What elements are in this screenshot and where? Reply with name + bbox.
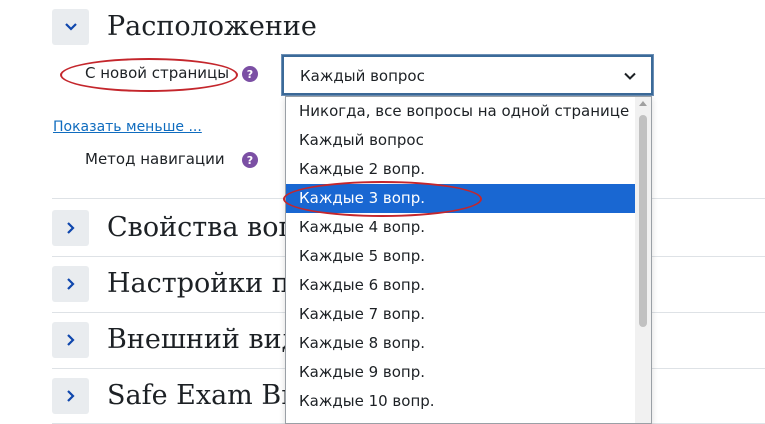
dropdown-option[interactable]: Каждые 2 вопр. [286,155,636,184]
dropdown-option[interactable]: Каждые 10 вопр. [286,387,636,416]
collapse-layout-toggle[interactable] [52,9,89,45]
new-page-dropdown-list[interactable]: Никогда, все вопросы на одной странице К… [285,96,652,424]
scroll-thumb[interactable] [639,115,647,327]
chevron-right-icon [66,334,75,346]
new-page-select[interactable]: Каждый вопрос [282,55,653,95]
select-value: Каждый вопрос [300,67,425,85]
show-less-link[interactable]: Показать меньше ... [53,119,202,135]
expand-review-options-toggle[interactable] [52,266,89,302]
chevron-down-icon [64,23,77,31]
new-page-label: С новой страницы [85,64,230,82]
expand-appearance-toggle[interactable] [52,322,89,358]
expand-question-behaviour-toggle[interactable] [52,210,89,246]
dropdown-option[interactable]: Каждые 8 вопр. [286,329,636,358]
section-title-appearance: Внешний вид [107,324,299,355]
scroll-up-icon[interactable] [639,101,647,106]
help-icon[interactable]: ? [242,152,258,168]
expand-seb-toggle[interactable] [52,378,89,414]
dropdown-option[interactable]: Каждый вопрос [286,126,636,155]
help-icon[interactable]: ? [242,66,258,82]
dropdown-scrollbar[interactable] [635,97,651,423]
dropdown-option[interactable]: Каждые 7 вопр. [286,300,636,329]
dropdown-option[interactable]: Каждые 5 вопр. [286,242,636,271]
dropdown-option[interactable]: Каждые 9 вопр. [286,358,636,387]
chevron-down-icon [624,72,636,80]
nav-method-label: Метод навигации [85,150,225,168]
dropdown-option[interactable]: Каждые 4 вопр. [286,213,636,242]
chevron-right-icon [66,390,75,402]
dropdown-option[interactable]: Никогда, все вопросы на одной странице [286,97,636,126]
chevron-right-icon [66,222,75,234]
dropdown-option[interactable]: Каждые 6 вопр. [286,271,636,300]
section-title-layout: Расположение [107,11,317,42]
chevron-right-icon [66,278,75,290]
dropdown-option-highlighted[interactable]: Каждые 3 вопр. [286,184,636,213]
